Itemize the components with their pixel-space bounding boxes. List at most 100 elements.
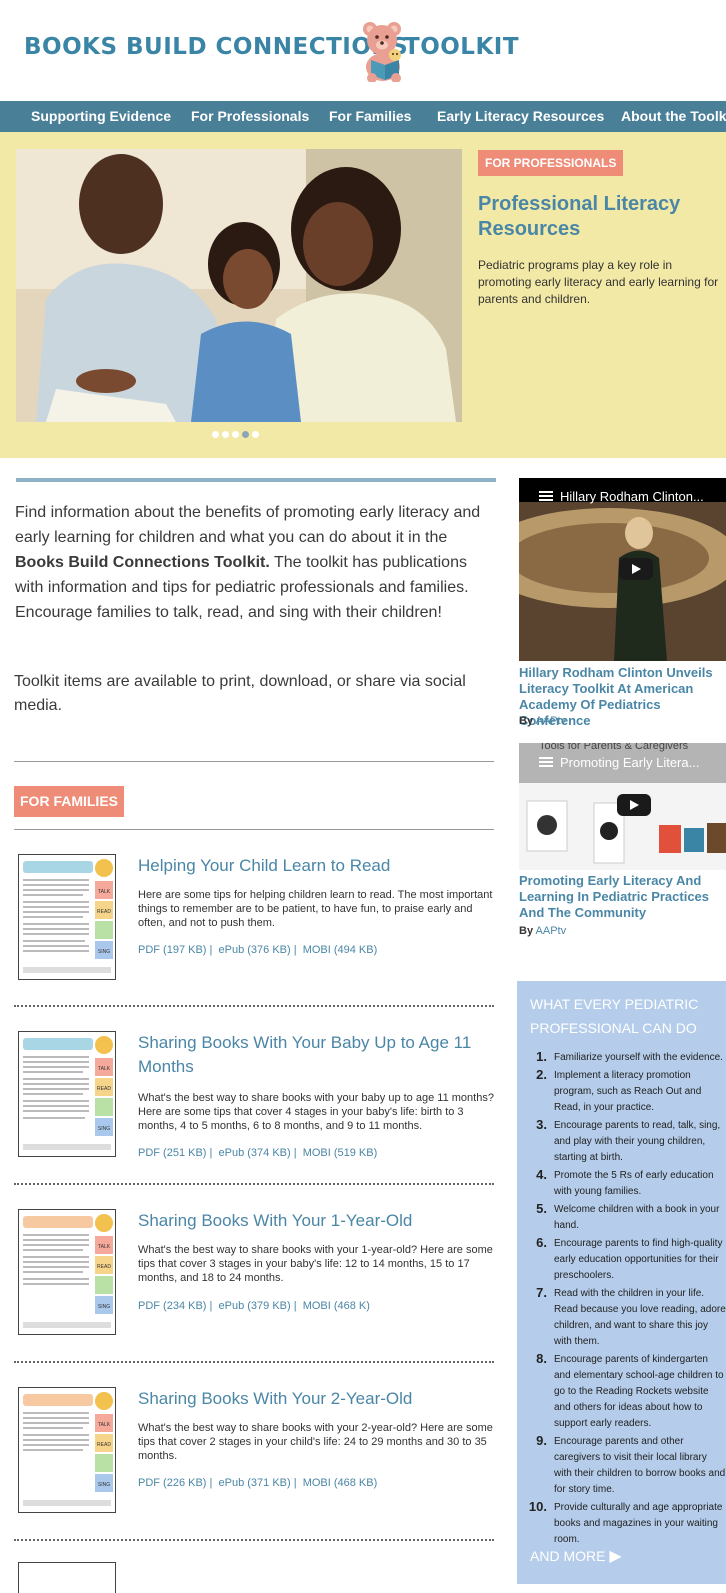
author-link[interactable]: AAPtv	[536, 925, 567, 937]
thumb-label: SING	[98, 949, 110, 955]
publication-thumbnail[interactable]: TALK READ SING	[18, 1387, 116, 1513]
publication-title[interactable]: Sharing Books With Your Baby Up to Age 1…	[138, 1031, 488, 1079]
carousel-dot[interactable]	[232, 431, 239, 438]
publication-title[interactable]: Sharing Books With Your 1-Year-Old	[138, 1209, 488, 1233]
video-overlay-title[interactable]: Hillary Rodham Clinton...	[560, 489, 704, 504]
publication-title[interactable]: Sharing Books With Your 2-Year-Old	[138, 1387, 488, 1411]
for-professionals-badge[interactable]: FOR PROFESSIONALS	[478, 150, 624, 176]
nav-supporting-evidence[interactable]: Supporting Evidence	[31, 101, 171, 132]
publication-description: What's the best way to share books with …	[138, 1244, 493, 1284]
list-item-text: Read with the children in your life. Rea…	[554, 1288, 726, 1347]
list-item: 1. Familiarize yourself with the evidence…	[536, 1049, 723, 1064]
video-overlay-subtitle: Tools for Parents & Caregivers	[539, 743, 689, 752]
nav-early-literacy-resources[interactable]: Early Literacy Resources	[437, 101, 604, 132]
list-item-text: Implement a literacy promotion program, …	[554, 1070, 702, 1113]
download-links: PDF (234 KB) | ePub (379 KB) | MOBI (468…	[138, 1300, 370, 1312]
thumb-label: SING	[98, 1126, 110, 1132]
download-links: PDF (197 KB) | ePub (376 KB) | MOBI (494…	[138, 944, 378, 956]
download-links: PDF (226 KB) | ePub (371 KB) | MOBI (468…	[138, 1477, 378, 1489]
and-more-link[interactable]: AND MORE ▶	[530, 1546, 622, 1566]
list-item: 8. Encourage parents of kindergarten and …	[536, 1351, 724, 1429]
by-label: By	[519, 715, 534, 727]
author-link[interactable]: AAPtv	[536, 715, 567, 727]
publication-thumbnail[interactable]: TALK READ SING	[18, 1209, 116, 1335]
play-icon[interactable]	[619, 558, 653, 580]
carousel-dot[interactable]	[252, 431, 259, 438]
content-top-bar	[16, 478, 496, 482]
epub-link[interactable]: ePub (376 KB)	[219, 944, 291, 956]
carousel-dot[interactable]	[212, 431, 219, 438]
epub-link[interactable]: ePub (374 KB)	[219, 1147, 291, 1159]
list-item: 7. Read with the children in your life. R…	[536, 1285, 726, 1347]
list-item: TALK READ SING Helping Your Child Learn …	[14, 854, 494, 984]
pdf-link[interactable]: PDF (197 KB)	[138, 944, 206, 956]
divider	[14, 829, 494, 830]
pdf-link[interactable]: PDF (251 KB)	[138, 1147, 206, 1159]
thumb-label: READ	[97, 1086, 111, 1092]
list-item-text: Encourage parents to read, talk, sing, a…	[554, 1120, 721, 1163]
mobi-link[interactable]: MOBI (468 K)	[303, 1300, 370, 1312]
hero-photo-family-reading[interactable]	[16, 149, 462, 422]
list-item-text: Welcome children with a book in your han…	[554, 1204, 720, 1231]
thumb-label: TALK	[98, 1422, 111, 1428]
arrow-right-icon: ▶	[609, 1548, 622, 1565]
sidebar-list: 1. Familiarize yourself with the evidence…	[527, 1049, 726, 1550]
play-icon[interactable]	[617, 794, 651, 816]
list-item: 9. Encourage parents and other caregivers…	[536, 1433, 726, 1495]
hero-title[interactable]: Professional Literacy Resources	[478, 192, 718, 242]
site-header: BOOKS BUILD CONNECTIONS TOOLKIT	[0, 0, 726, 101]
list-item: 3. Encourage parents to read, talk, sing,…	[536, 1117, 721, 1163]
site-logo[interactable]: BOOKS BUILD CONNECTIONS TOOLKIT	[24, 34, 519, 60]
list-item: 5. Welcome children with a book in your h…	[536, 1201, 720, 1231]
pdf-link[interactable]: PDF (234 KB)	[138, 1300, 206, 1312]
list-item-text: Familiarize yourself with the evidence.	[554, 1052, 723, 1063]
publication-thumbnail[interactable]: TALK READ SING	[18, 854, 116, 980]
publication-description: What's the best way to share books with …	[138, 1092, 494, 1132]
video-caption[interactable]: Promoting Early Literacy And Learning In…	[519, 873, 726, 921]
list-item-text: Provide culturally and age appropriate b…	[554, 1502, 723, 1545]
thumb-label: SING	[98, 1304, 110, 1310]
list-item: TALK READ SING Sharing Books With Your 1…	[14, 1209, 494, 1339]
publication-title[interactable]: Helping Your Child Learn to Read	[138, 854, 488, 878]
list-item: 2. Implement a literacy promotion program…	[536, 1067, 702, 1113]
list-item-text: Encourage parents and other caregivers t…	[554, 1436, 726, 1495]
for-families-badge[interactable]: FOR FAMILIES	[14, 786, 124, 817]
carousel-dot[interactable]	[222, 431, 229, 438]
thumb-label: READ	[97, 1442, 111, 1448]
publication-thumbnail[interactable]: TALK READ SING	[18, 1031, 116, 1157]
list-item: 10. Provide culturally and age appropriat…	[528, 1499, 723, 1545]
nav-for-professionals[interactable]: For Professionals	[191, 101, 309, 132]
pdf-link[interactable]: PDF (226 KB)	[138, 1477, 206, 1489]
thumb-label: SING	[98, 1482, 110, 1488]
main-nav: Supporting Evidence For Professionals Fo…	[0, 101, 726, 132]
epub-link[interactable]: ePub (379 KB)	[219, 1300, 291, 1312]
carousel-dot-active[interactable]	[242, 431, 249, 438]
download-links: PDF (251 KB) | ePub (374 KB) | MOBI (519…	[138, 1147, 378, 1159]
mobi-link[interactable]: MOBI (519 KB)	[303, 1147, 378, 1159]
epub-link[interactable]: ePub (371 KB)	[219, 1477, 291, 1489]
list-item-text: Promote the 5 Rs of early education with…	[554, 1170, 714, 1197]
video-overlay-title[interactable]: Promoting Early Litera...	[560, 755, 699, 770]
mobi-link[interactable]: MOBI (494 KB)	[303, 944, 378, 956]
thumb-label: TALK	[98, 1244, 111, 1250]
logo-text-toolkit: TOOLKIT	[404, 34, 520, 60]
playlist-icon	[539, 757, 553, 767]
nav-for-families[interactable]: For Families	[329, 101, 411, 132]
by-label: By	[519, 925, 534, 937]
dotted-divider	[14, 1005, 494, 1007]
carousel-dots	[212, 431, 259, 438]
list-item: 6. Encourage parents to find high-quality…	[536, 1235, 723, 1281]
mobi-link[interactable]: MOBI (468 KB)	[303, 1477, 378, 1489]
video-author: By AAPtv	[519, 925, 566, 937]
thumb-label: READ	[97, 909, 111, 915]
intro-toolkit-name: Books Build Connections Toolkit.	[15, 554, 270, 571]
hero-description: Pediatric programs play a key role in pr…	[478, 258, 719, 306]
publication-thumbnail[interactable]	[18, 1562, 116, 1593]
hero-carousel: FOR PROFESSIONALS Professional Literacy …	[0, 132, 726, 458]
sidebar-title: WHAT EVERY PEDIATRIC PROFESSIONAL CAN DO	[530, 996, 699, 1036]
thumb-label: TALK	[98, 1066, 111, 1072]
dotted-divider	[14, 1361, 494, 1363]
video-author: By AAPtv	[519, 715, 566, 727]
and-more-label: AND MORE	[530, 1548, 606, 1564]
nav-about-toolkit[interactable]: About the Toolkit	[621, 101, 726, 132]
